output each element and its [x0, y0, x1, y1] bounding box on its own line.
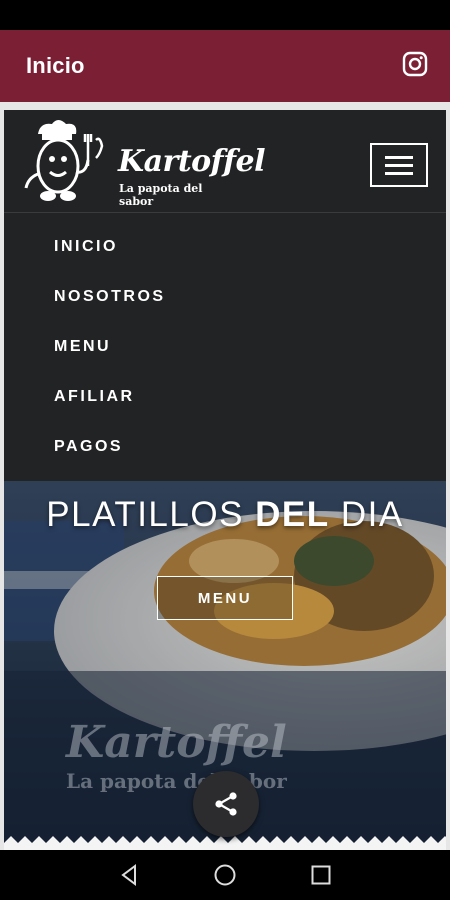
- recents-icon[interactable]: [308, 862, 334, 888]
- app-bar-title: Inicio: [26, 53, 85, 78]
- hero-title-part1: PLATILLOS: [46, 495, 256, 534]
- instagram-icon[interactable]: [402, 51, 428, 82]
- site-header: Kartoffel La papota del sabor: [4, 110, 446, 213]
- hero-menu-button[interactable]: MENU: [157, 576, 293, 620]
- hero-title: PLATILLOS DEL DIA: [4, 495, 446, 535]
- logo-name: Kartoffel: [118, 144, 265, 179]
- nav-item-inicio[interactable]: INICIO: [54, 238, 118, 256]
- potato-chef-mascot-icon: [24, 120, 104, 201]
- watermark-logo-name: Kartoffel: [66, 717, 287, 768]
- hamburger-icon[interactable]: [370, 143, 428, 187]
- site-logo[interactable]: Kartoffel La papota del sabor: [18, 114, 265, 210]
- back-icon[interactable]: [116, 862, 142, 888]
- logo-tagline: La papota del sabor: [119, 182, 203, 208]
- nav-item-menu[interactable]: MENU: [54, 338, 111, 356]
- share-button[interactable]: [193, 771, 259, 837]
- nav-item-pagos[interactable]: PAGOS: [54, 438, 123, 456]
- nav-item-nosotros[interactable]: NOSOTROS: [54, 288, 166, 306]
- system-navigation-bar: [0, 850, 450, 900]
- home-icon[interactable]: [212, 862, 238, 888]
- website: Kartoffel La papota del sabor INICIO NOS…: [4, 102, 446, 850]
- share-icon: [215, 792, 237, 816]
- hero-title-bold: DEL: [255, 495, 330, 534]
- hero-title-part2: DIA: [329, 495, 404, 534]
- webview: Kartoffel La papota del sabor INICIO NOS…: [0, 102, 450, 850]
- nav-menu: INICIO NOSOTROS MENU AFILIAR PAGOS: [4, 213, 446, 481]
- app-bar: Inicio: [0, 30, 450, 102]
- nav-item-afiliar[interactable]: AFILIAR: [54, 388, 135, 406]
- status-bar: [0, 0, 450, 30]
